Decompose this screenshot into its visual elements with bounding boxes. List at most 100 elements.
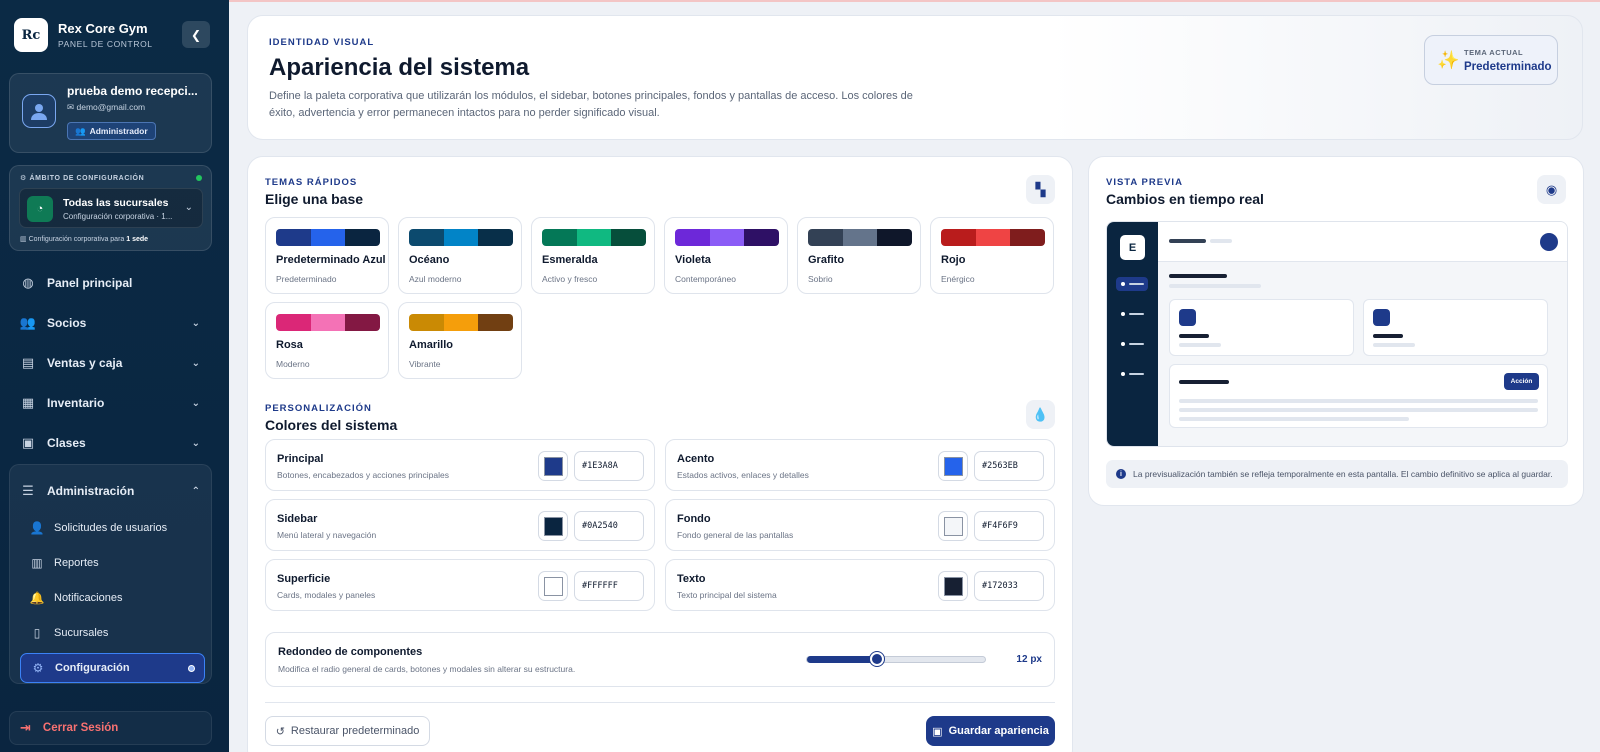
preview-avatar: [1540, 233, 1558, 251]
radius-slider[interactable]: [806, 652, 986, 666]
preview-title: Cambios en tiempo real: [1106, 191, 1264, 207]
preset-swatch: [345, 229, 380, 246]
user-card: prueba demo recepci... ✉ demo@gmail.com …: [9, 73, 212, 153]
current-theme-badge: ✨ TEMA ACTUAL Predeterminado: [1424, 35, 1558, 85]
preview-bar: [1169, 284, 1261, 288]
role-badge: 👥 Administrador: [67, 122, 156, 140]
preset-swatches: [409, 314, 513, 331]
save-icon: ▣: [932, 725, 943, 738]
preset-swatch: [443, 229, 479, 246]
slider-handle[interactable]: [870, 652, 885, 666]
scope-select[interactable]: ◔ Todas las sucursales Configuración cor…: [19, 188, 203, 228]
scope-title: Todas las sucursales: [63, 197, 169, 209]
theme-preset-card[interactable]: Rosa Moderno: [265, 302, 389, 379]
sidebar-item-configuracion[interactable]: ⚙ Configuración: [20, 653, 205, 683]
preview-bar: [1373, 334, 1403, 338]
sign-out-icon: ⇥: [20, 720, 31, 735]
swatchbook-icon: ▚: [1026, 175, 1055, 204]
preset-swatches: [409, 229, 513, 246]
theme-preset-card[interactable]: Grafito Sobrio: [797, 217, 921, 294]
preview-bar: [1210, 239, 1232, 243]
color-description: Estados activos, enlaces y detalles: [677, 470, 809, 480]
color-picker-swatch[interactable]: [538, 571, 568, 601]
chevron-down-icon: ⌄: [184, 202, 193, 213]
nav-socios[interactable]: 👥 Socios ⌄: [9, 306, 212, 340]
color-hex-input[interactable]: #1E3A8A: [574, 451, 644, 481]
save-appearance-button[interactable]: ▣ Guardar apariencia: [926, 716, 1055, 746]
preset-name: Rosa: [276, 339, 303, 351]
preset-swatch: [409, 314, 444, 331]
preview-bar: [1179, 399, 1538, 403]
eye-icon[interactable]: ◉: [1537, 175, 1566, 204]
preview-eyebrow: VISTA PREVIA: [1106, 177, 1183, 188]
scope-card: ⚙ ÁMBITO DE CONFIGURACIÓN ◔ Todas las su…: [9, 165, 212, 251]
color-picker-swatch[interactable]: [538, 451, 568, 481]
top-accent-line: [229, 0, 1600, 2]
ruler-icon: ▥: [20, 236, 27, 243]
preview-bar: [1179, 334, 1209, 338]
chevron-down-icon: ⌄: [191, 317, 200, 329]
chevron-down-icon: ⌄: [191, 397, 200, 409]
color-row-texto: Texto Texto principal del sistema #172033: [665, 559, 1055, 611]
bell-icon: 🔔: [29, 591, 45, 605]
nav-panel-principal[interactable]: ◍ Panel principal: [9, 266, 212, 300]
gauge-icon: ◍: [22, 275, 34, 290]
color-hex-input[interactable]: #0A2540: [574, 511, 644, 541]
sliders-icon: ☰: [22, 483, 34, 498]
collapse-sidebar-button[interactable]: ❮: [182, 21, 210, 48]
color-name: Superficie: [277, 573, 331, 585]
envelope-icon: ✉: [67, 102, 75, 112]
logout-button[interactable]: ⇥ Cerrar Sesión: [9, 711, 212, 745]
color-picker-swatch[interactable]: [938, 451, 968, 481]
color-hex-input[interactable]: #FFFFFF: [574, 571, 644, 601]
preset-swatch: [1010, 229, 1045, 246]
preset-swatch: [611, 229, 646, 246]
preset-swatch: [409, 229, 444, 246]
scope-subtitle: Configuración corporativa · 1...: [63, 212, 173, 221]
preset-swatch: [842, 229, 878, 246]
info-icon: i: [1116, 469, 1126, 479]
preset-swatches: [542, 229, 646, 246]
color-hex-input[interactable]: #F4F6F9: [974, 511, 1044, 541]
cash-register-icon: ▤: [21, 355, 35, 370]
users-icon: 👥: [19, 315, 37, 330]
sidebar-item-reportes[interactable]: ▥ Reportes: [20, 548, 205, 578]
preview-logo: E: [1120, 235, 1145, 260]
preset-swatches: [675, 229, 779, 246]
sidebar-item-notificaciones[interactable]: 🔔 Notificaciones: [20, 583, 205, 613]
preset-name: Rojo: [941, 254, 966, 266]
appearance-card: TEMAS RÁPIDOS Elige una base ▚ Predeterm…: [247, 156, 1073, 752]
nav-administracion[interactable]: ☰ Administración ⌃: [9, 474, 212, 508]
color-picker-swatch[interactable]: [538, 511, 568, 541]
color-row-superficie: Superficie Cards, modales y paneles #FFFFF…: [265, 559, 655, 611]
color-hex-input[interactable]: #172033: [974, 571, 1044, 601]
sidebar-item-solicitudes[interactable]: 👤 Solicitudes de usuarios: [20, 513, 205, 543]
theme-preset-card[interactable]: Amarillo Vibrante: [398, 302, 522, 379]
theme-preset-card[interactable]: Predeterminado Azul Predeterminado: [265, 217, 389, 294]
color-hex-input[interactable]: #2563EB: [974, 451, 1044, 481]
theme-preset-card[interactable]: Océano Azul moderno: [398, 217, 522, 294]
color-name: Acento: [677, 453, 715, 465]
preset-swatch: [808, 229, 843, 246]
preset-swatch: [877, 229, 912, 246]
nav-inventario[interactable]: ▦ Inventario ⌄: [9, 386, 212, 420]
theme-preset-card[interactable]: Esmeralda Activo y fresco: [531, 217, 655, 294]
theme-preset-card[interactable]: Rojo Enérgico: [930, 217, 1054, 294]
color-picker-swatch[interactable]: [938, 571, 968, 601]
preset-swatch: [478, 229, 513, 246]
preset-description: Predeterminado: [276, 274, 337, 284]
color-picker-swatch[interactable]: [938, 511, 968, 541]
quick-themes-eyebrow: TEMAS RÁPIDOS: [265, 177, 358, 188]
preset-swatch: [345, 314, 380, 331]
preview-bar: [1169, 274, 1227, 278]
restore-default-button[interactable]: ↺ Restaurar predeterminado: [265, 716, 430, 746]
scope-label: ⚙ ÁMBITO DE CONFIGURACIÓN: [20, 175, 145, 182]
preview-bar: [1169, 239, 1206, 243]
theme-preset-card[interactable]: Violeta Contemporáneo: [664, 217, 788, 294]
nav-clases[interactable]: ▣ Clases ⌄: [9, 426, 212, 460]
preview-nav-item: [1116, 337, 1148, 351]
sidebar-item-sucursales[interactable]: ▯ Sucursales: [20, 618, 205, 648]
avatar[interactable]: [22, 94, 56, 128]
preset-swatch: [744, 229, 779, 246]
nav-ventas-caja[interactable]: ▤ Ventas y caja ⌄: [9, 346, 212, 380]
